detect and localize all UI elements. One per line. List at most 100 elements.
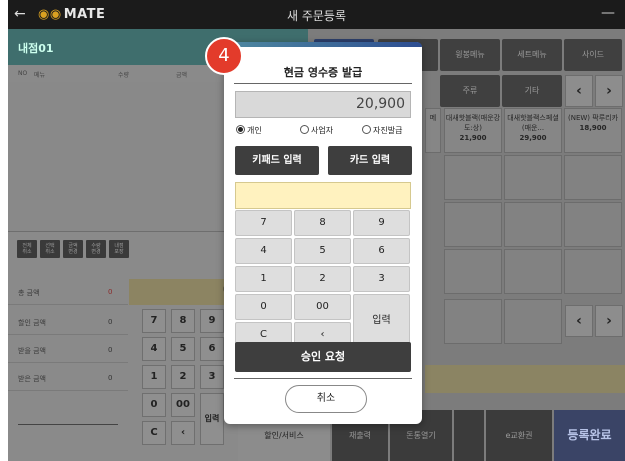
menu-item-price: 18,900 <box>579 124 607 132</box>
due-label: 받을 금액 <box>18 347 46 355</box>
cash-receipt-dialog: 현금 영수증 발급 20,900 개인 사업자 자진발급 키패드 입력 카드 입… <box>224 42 422 424</box>
menu-slot-empty[interactable] <box>504 299 562 344</box>
key-00[interactable]: 00 <box>294 294 351 320</box>
change-price-button[interactable]: 금액 변경 <box>63 240 83 258</box>
radio-label: 사업자 <box>311 126 334 135</box>
key-6[interactable]: 6 <box>353 238 410 264</box>
left-key-3[interactable]: 3 <box>200 365 224 389</box>
chevron-right-icon[interactable]: › <box>595 75 623 107</box>
left-key-00[interactable]: 00 <box>171 393 195 417</box>
left-key-clear[interactable]: C <box>142 421 166 445</box>
menu-item[interactable]: 메 <box>425 108 441 153</box>
step-number-badge: 4 <box>205 37 243 75</box>
chevron-right-icon[interactable]: › <box>595 305 623 337</box>
dialog-accent <box>224 42 422 47</box>
chevron-left-icon[interactable]: ‹ <box>565 75 593 107</box>
radio-personal[interactable]: 개인 <box>236 125 262 136</box>
column-header: 금액 <box>176 72 188 79</box>
menu-item-name: (NEW) 팍루리카 <box>567 114 619 122</box>
menu-slot-empty[interactable] <box>444 249 502 294</box>
amount-input[interactable]: 0 <box>129 279 237 305</box>
menu-item-price: 21,900 <box>459 134 487 142</box>
key-0[interactable]: 0 <box>235 294 292 320</box>
left-enter-key[interactable]: 입력 <box>200 393 224 445</box>
radio-unchecked-icon <box>362 125 371 134</box>
menu-slot-empty[interactable] <box>564 155 622 200</box>
menu-slot-empty[interactable] <box>444 202 502 247</box>
menu-item-name: 대새핫블랙(매운강도:상) <box>445 114 501 132</box>
left-key-6[interactable]: 6 <box>200 337 224 361</box>
register-complete-button[interactable]: 등록완료 <box>554 410 625 461</box>
dialog-title: 현금 영수증 발급 <box>283 66 363 79</box>
total-amount-row: 총 금액 0 <box>8 279 128 305</box>
radio-unchecked-icon <box>300 125 309 134</box>
cancel-button[interactable]: 취소 <box>285 385 367 413</box>
key-7[interactable]: 7 <box>235 210 292 236</box>
key-9[interactable]: 9 <box>353 210 410 236</box>
key-5[interactable]: 5 <box>294 238 351 264</box>
enter-key[interactable]: 입력 <box>353 294 410 348</box>
menu-slot-empty[interactable] <box>504 202 562 247</box>
column-header: 메뉴 <box>34 72 46 79</box>
receipt-amount-display: 20,900 <box>235 91 411 118</box>
left-key-8[interactable]: 8 <box>171 309 195 333</box>
minimize-icon[interactable]: — <box>601 5 615 21</box>
key-8[interactable]: 8 <box>294 210 351 236</box>
menu-slot-empty[interactable] <box>504 155 562 200</box>
cancel-all-button[interactable]: 전체 취소 <box>17 240 37 258</box>
menu-slot-empty[interactable] <box>564 249 622 294</box>
change-quantity-button[interactable]: 수량 변경 <box>86 240 106 258</box>
ecash-button[interactable]: e교환권 <box>486 410 552 461</box>
discount-amount-row: 할인 금액 0 <box>8 309 128 335</box>
blank-button[interactable] <box>454 410 484 461</box>
menu-slot-empty[interactable] <box>504 249 562 294</box>
menu-item-name: 대새핫블랙스페셜(매운... <box>507 114 559 132</box>
menu-slot-empty[interactable] <box>444 155 502 200</box>
menu-item[interactable]: (NEW) 팍루리카 18,900 <box>564 108 622 153</box>
menu-item[interactable]: 대새핫블랙스페셜(매운... 29,900 <box>504 108 562 153</box>
chevron-left-icon[interactable]: ‹ <box>565 305 593 337</box>
left-key-5[interactable]: 5 <box>171 337 195 361</box>
left-key-1[interactable]: 1 <box>142 365 166 389</box>
category-tab-sets[interactable]: 세트메뉴 <box>502 39 562 71</box>
top-bar: ← ◉◉ MATE 새 주문등록 — <box>8 0 625 29</box>
received-amount-row: 받은 금액 0 <box>8 365 128 391</box>
discount-value: 0 <box>108 318 113 326</box>
menu-item[interactable]: 대새핫블랙(매운강도:상) 21,900 <box>444 108 502 153</box>
card-input-button[interactable]: 카드 입력 <box>328 146 412 175</box>
key-3[interactable]: 3 <box>353 266 410 292</box>
issue-type-radio-group: 개인 사업자 자진발급 <box>234 125 414 139</box>
radio-self-issue[interactable]: 자진발급 <box>362 125 402 136</box>
message-strip <box>425 365 625 393</box>
key-4[interactable]: 4 <box>235 238 292 264</box>
left-key-2[interactable]: 2 <box>171 365 195 389</box>
receipt-number-input[interactable] <box>235 182 411 209</box>
divider <box>234 378 412 379</box>
key-2[interactable]: 2 <box>294 266 351 292</box>
left-key-9[interactable]: 9 <box>200 309 224 333</box>
left-key-backspace[interactable]: ‹ <box>171 421 195 445</box>
menu-item-name: 메 <box>429 114 437 122</box>
cancel-selected-button[interactable]: 선택 취소 <box>40 240 60 258</box>
approve-request-button[interactable]: 승인 요청 <box>235 342 411 372</box>
radio-business[interactable]: 사업자 <box>300 125 333 136</box>
category-tab-liquor[interactable]: 주류 <box>440 75 500 107</box>
category-tab-wings[interactable]: 윙봉메뉴 <box>440 39 500 71</box>
left-key-4[interactable]: 4 <box>142 337 166 361</box>
due-value: 0 <box>108 346 113 354</box>
left-key-7[interactable]: 7 <box>142 309 166 333</box>
column-header: NO <box>18 70 28 77</box>
left-key-0[interactable]: 0 <box>142 393 166 417</box>
category-tab-etc[interactable]: 기타 <box>502 75 562 107</box>
discount-label: 할인 금액 <box>18 319 46 327</box>
radio-label: 자진발급 <box>373 126 403 135</box>
keypad-input-button[interactable]: 키패드 입력 <box>235 146 319 175</box>
menu-slot-empty[interactable] <box>564 202 622 247</box>
menu-slot-empty[interactable] <box>444 299 502 344</box>
category-tab-sides[interactable]: 사이드 <box>564 39 622 71</box>
dine-takeout-button[interactable]: 내점 포장 <box>109 240 129 258</box>
radio-label: 개인 <box>247 126 262 135</box>
key-1[interactable]: 1 <box>235 266 292 292</box>
received-value: 0 <box>108 374 113 382</box>
received-label: 받은 금액 <box>18 375 46 383</box>
